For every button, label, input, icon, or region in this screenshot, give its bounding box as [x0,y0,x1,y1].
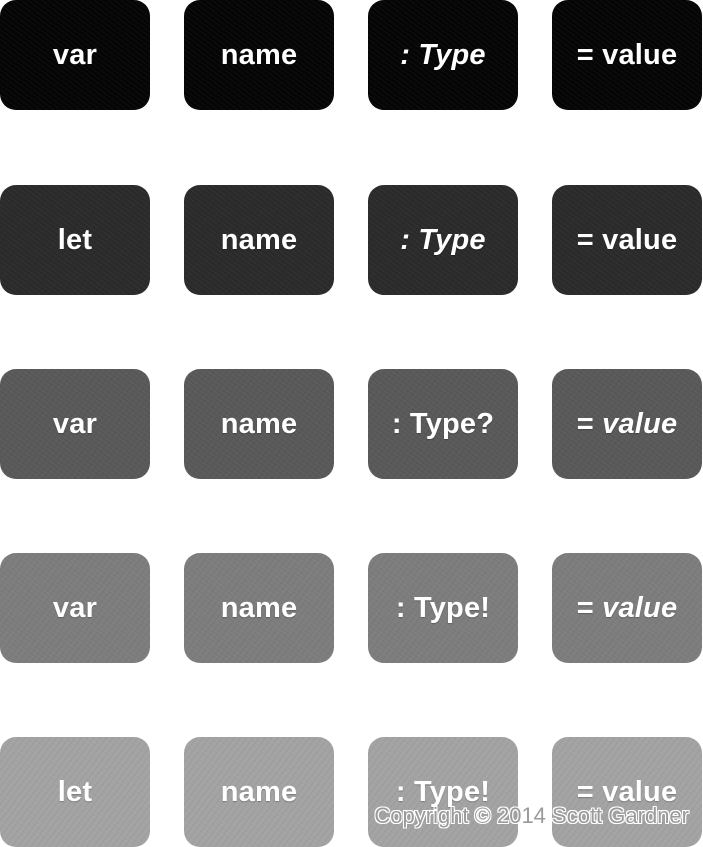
tile-label: var [52,38,98,71]
name-tile: name [184,737,334,847]
keyword-tile: let [0,185,150,295]
declaration-row: let name : Type! = value [0,737,703,847]
keyword-tile: var [0,553,150,663]
keyword-tile: var [0,369,150,479]
value-tile: = value [552,0,702,110]
tile-label: = value [576,38,678,71]
declaration-row: var name : Type? = value [0,369,703,479]
tile-label: var [52,591,98,624]
swift-declaration-grid: var name : Type = value let name : Type = value… [0,0,703,847]
tile-label: let [57,223,93,256]
tile-label: name [220,407,298,440]
type-tile: : Type! [368,737,518,847]
declaration-row: var name : Type = value [0,0,703,110]
value-tile: = value [552,369,702,479]
value-tile: = value [552,185,702,295]
keyword-tile: let [0,737,150,847]
tile-label: = [576,591,603,624]
type-tile: : Type [368,185,518,295]
type-tile: : Type? [368,369,518,479]
tile-label: value [602,407,678,440]
tile-label: var [52,407,98,440]
tile-label: : Type [400,223,486,256]
tile-label: value [602,591,678,624]
tile-label: name [220,775,298,808]
tile-label: name [220,38,298,71]
tile-label: name [220,591,298,624]
name-tile: name [184,185,334,295]
type-tile: : Type [368,0,518,110]
tile-label: = value [576,223,678,256]
value-tile: = value [552,553,702,663]
tile-label: : Type [400,38,486,71]
tile-label: let [57,775,93,808]
tile-label: : Type? [391,407,495,440]
declaration-row: let name : Type = value [0,185,703,295]
name-tile: name [184,0,334,110]
type-tile: : Type! [368,553,518,663]
tile-label: name [220,223,298,256]
tile-label: : Type! [395,591,491,624]
value-tile: = value [552,737,702,847]
keyword-tile: var [0,0,150,110]
declaration-row: var name : Type! = value [0,553,703,663]
name-tile: name [184,553,334,663]
tile-label: = [576,407,603,440]
copyright-notice: Copyright © 2014 Scott Gardner [374,803,689,828]
name-tile: name [184,369,334,479]
